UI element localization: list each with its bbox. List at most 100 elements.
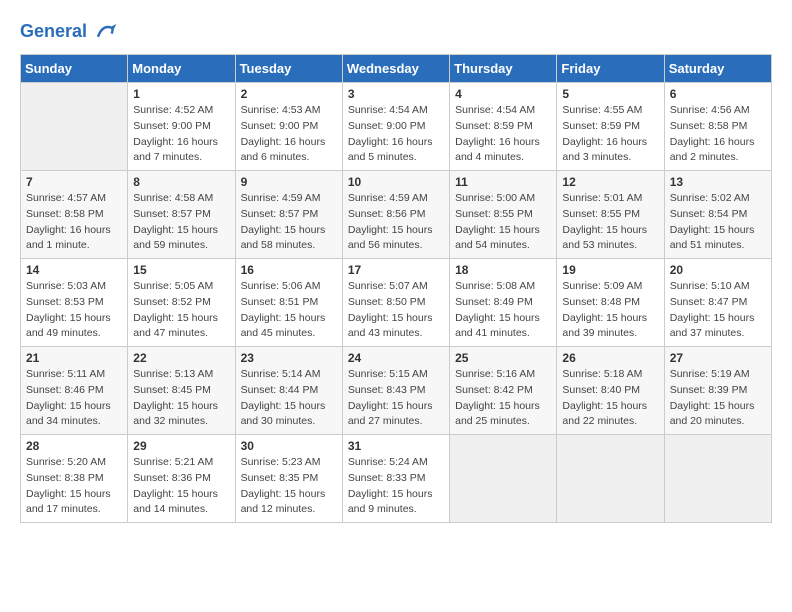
day-info: Sunrise: 4:59 AMSunset: 8:57 PMDaylight:… [241,191,337,254]
calendar-cell: 17 Sunrise: 5:07 AMSunset: 8:50 PMDaylig… [342,259,449,347]
day-number: 12 [562,175,658,189]
calendar-cell: 14 Sunrise: 5:03 AMSunset: 8:53 PMDaylig… [21,259,128,347]
calendar-cell: 16 Sunrise: 5:06 AMSunset: 8:51 PMDaylig… [235,259,342,347]
page-header: General [20,20,772,44]
day-info: Sunrise: 5:21 AMSunset: 8:36 PMDaylight:… [133,455,229,518]
col-header-tuesday: Tuesday [235,55,342,83]
calendar-cell: 26 Sunrise: 5:18 AMSunset: 8:40 PMDaylig… [557,347,664,435]
calendar-cell: 8 Sunrise: 4:58 AMSunset: 8:57 PMDayligh… [128,171,235,259]
day-info: Sunrise: 4:55 AMSunset: 8:59 PMDaylight:… [562,103,658,166]
day-number: 22 [133,351,229,365]
calendar-cell: 6 Sunrise: 4:56 AMSunset: 8:58 PMDayligh… [664,83,771,171]
calendar-table: SundayMondayTuesdayWednesdayThursdayFrid… [20,54,772,523]
day-number: 1 [133,87,229,101]
week-row-5: 28 Sunrise: 5:20 AMSunset: 8:38 PMDaylig… [21,435,772,523]
day-number: 3 [348,87,444,101]
day-number: 27 [670,351,766,365]
day-info: Sunrise: 4:57 AMSunset: 8:58 PMDaylight:… [26,191,122,254]
week-row-2: 7 Sunrise: 4:57 AMSunset: 8:58 PMDayligh… [21,171,772,259]
day-info: Sunrise: 4:54 AMSunset: 8:59 PMDaylight:… [455,103,551,166]
calendar-cell: 30 Sunrise: 5:23 AMSunset: 8:35 PMDaylig… [235,435,342,523]
day-info: Sunrise: 5:06 AMSunset: 8:51 PMDaylight:… [241,279,337,342]
day-number: 14 [26,263,122,277]
day-number: 6 [670,87,766,101]
week-row-3: 14 Sunrise: 5:03 AMSunset: 8:53 PMDaylig… [21,259,772,347]
calendar-cell [557,435,664,523]
day-number: 23 [241,351,337,365]
day-number: 21 [26,351,122,365]
day-number: 25 [455,351,551,365]
day-number: 16 [241,263,337,277]
day-info: Sunrise: 5:11 AMSunset: 8:46 PMDaylight:… [26,367,122,430]
day-info: Sunrise: 5:24 AMSunset: 8:33 PMDaylight:… [348,455,444,518]
day-info: Sunrise: 5:08 AMSunset: 8:49 PMDaylight:… [455,279,551,342]
calendar-cell: 21 Sunrise: 5:11 AMSunset: 8:46 PMDaylig… [21,347,128,435]
day-info: Sunrise: 4:54 AMSunset: 9:00 PMDaylight:… [348,103,444,166]
calendar-cell: 5 Sunrise: 4:55 AMSunset: 8:59 PMDayligh… [557,83,664,171]
day-info: Sunrise: 5:02 AMSunset: 8:54 PMDaylight:… [670,191,766,254]
day-info: Sunrise: 5:14 AMSunset: 8:44 PMDaylight:… [241,367,337,430]
calendar-cell: 19 Sunrise: 5:09 AMSunset: 8:48 PMDaylig… [557,259,664,347]
calendar-cell: 7 Sunrise: 4:57 AMSunset: 8:58 PMDayligh… [21,171,128,259]
calendar-cell: 20 Sunrise: 5:10 AMSunset: 8:47 PMDaylig… [664,259,771,347]
day-number: 29 [133,439,229,453]
calendar-cell: 2 Sunrise: 4:53 AMSunset: 9:00 PMDayligh… [235,83,342,171]
calendar-cell: 1 Sunrise: 4:52 AMSunset: 9:00 PMDayligh… [128,83,235,171]
day-info: Sunrise: 4:52 AMSunset: 9:00 PMDaylight:… [133,103,229,166]
day-number: 26 [562,351,658,365]
day-info: Sunrise: 5:16 AMSunset: 8:42 PMDaylight:… [455,367,551,430]
day-info: Sunrise: 5:13 AMSunset: 8:45 PMDaylight:… [133,367,229,430]
calendar-cell: 15 Sunrise: 5:05 AMSunset: 8:52 PMDaylig… [128,259,235,347]
day-number: 10 [348,175,444,189]
calendar-cell: 24 Sunrise: 5:15 AMSunset: 8:43 PMDaylig… [342,347,449,435]
day-info: Sunrise: 4:56 AMSunset: 8:58 PMDaylight:… [670,103,766,166]
calendar-cell: 22 Sunrise: 5:13 AMSunset: 8:45 PMDaylig… [128,347,235,435]
day-info: Sunrise: 5:20 AMSunset: 8:38 PMDaylight:… [26,455,122,518]
logo: General [20,20,118,44]
col-header-sunday: Sunday [21,55,128,83]
day-number: 30 [241,439,337,453]
day-info: Sunrise: 5:00 AMSunset: 8:55 PMDaylight:… [455,191,551,254]
calendar-cell: 12 Sunrise: 5:01 AMSunset: 8:55 PMDaylig… [557,171,664,259]
day-info: Sunrise: 5:19 AMSunset: 8:39 PMDaylight:… [670,367,766,430]
day-info: Sunrise: 5:23 AMSunset: 8:35 PMDaylight:… [241,455,337,518]
day-number: 17 [348,263,444,277]
day-info: Sunrise: 5:09 AMSunset: 8:48 PMDaylight:… [562,279,658,342]
calendar-cell: 29 Sunrise: 5:21 AMSunset: 8:36 PMDaylig… [128,435,235,523]
day-number: 4 [455,87,551,101]
calendar-cell [664,435,771,523]
col-header-monday: Monday [128,55,235,83]
col-header-thursday: Thursday [450,55,557,83]
day-number: 28 [26,439,122,453]
day-info: Sunrise: 4:58 AMSunset: 8:57 PMDaylight:… [133,191,229,254]
calendar-cell: 11 Sunrise: 5:00 AMSunset: 8:55 PMDaylig… [450,171,557,259]
day-number: 20 [670,263,766,277]
day-info: Sunrise: 5:10 AMSunset: 8:47 PMDaylight:… [670,279,766,342]
week-row-1: 1 Sunrise: 4:52 AMSunset: 9:00 PMDayligh… [21,83,772,171]
calendar-cell: 23 Sunrise: 5:14 AMSunset: 8:44 PMDaylig… [235,347,342,435]
calendar-cell [450,435,557,523]
day-info: Sunrise: 5:03 AMSunset: 8:53 PMDaylight:… [26,279,122,342]
col-header-saturday: Saturday [664,55,771,83]
day-number: 18 [455,263,551,277]
day-number: 11 [455,175,551,189]
calendar-cell: 3 Sunrise: 4:54 AMSunset: 9:00 PMDayligh… [342,83,449,171]
day-number: 31 [348,439,444,453]
calendar-cell: 18 Sunrise: 5:08 AMSunset: 8:49 PMDaylig… [450,259,557,347]
day-info: Sunrise: 5:15 AMSunset: 8:43 PMDaylight:… [348,367,444,430]
day-number: 2 [241,87,337,101]
day-info: Sunrise: 5:01 AMSunset: 8:55 PMDaylight:… [562,191,658,254]
calendar-cell: 10 Sunrise: 4:59 AMSunset: 8:56 PMDaylig… [342,171,449,259]
calendar-cell: 4 Sunrise: 4:54 AMSunset: 8:59 PMDayligh… [450,83,557,171]
day-number: 19 [562,263,658,277]
day-info: Sunrise: 5:05 AMSunset: 8:52 PMDaylight:… [133,279,229,342]
calendar-cell: 31 Sunrise: 5:24 AMSunset: 8:33 PMDaylig… [342,435,449,523]
day-number: 15 [133,263,229,277]
calendar-cell [21,83,128,171]
calendar-cell: 27 Sunrise: 5:19 AMSunset: 8:39 PMDaylig… [664,347,771,435]
day-number: 24 [348,351,444,365]
day-info: Sunrise: 4:59 AMSunset: 8:56 PMDaylight:… [348,191,444,254]
calendar-cell: 25 Sunrise: 5:16 AMSunset: 8:42 PMDaylig… [450,347,557,435]
day-info: Sunrise: 4:53 AMSunset: 9:00 PMDaylight:… [241,103,337,166]
day-number: 7 [26,175,122,189]
